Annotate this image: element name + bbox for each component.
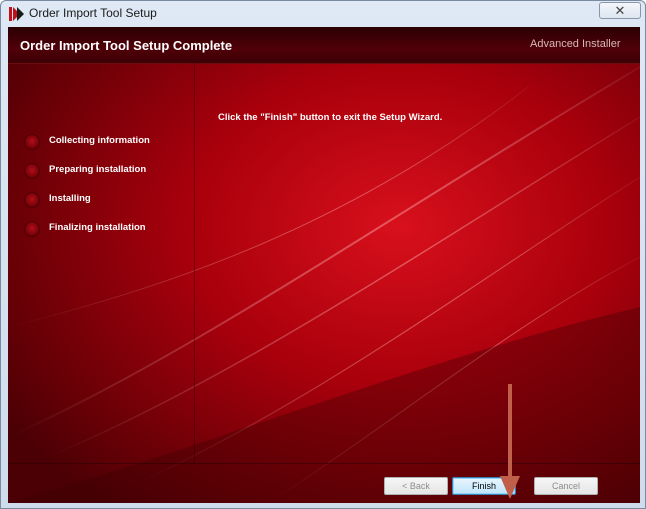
steps-sidebar: Collecting information Preparing install… bbox=[8, 63, 195, 463]
step-label: Collecting information bbox=[49, 135, 150, 146]
window-title: Order Import Tool Setup bbox=[29, 6, 157, 20]
step-item: Finalizing installation bbox=[22, 220, 192, 238]
close-button[interactable]: ✕ bbox=[599, 2, 641, 19]
wizard-header: Order Import Tool Setup Complete Advance… bbox=[8, 27, 640, 64]
step-label: Finalizing installation bbox=[49, 222, 146, 233]
step-item: Preparing installation bbox=[22, 162, 192, 180]
footer-divider bbox=[8, 463, 640, 464]
step-label: Installing bbox=[49, 193, 91, 204]
step-label: Preparing installation bbox=[49, 164, 147, 175]
step-item: Collecting information bbox=[22, 133, 192, 151]
step-bullet-icon bbox=[24, 221, 40, 237]
step-bullet-icon bbox=[24, 134, 40, 150]
close-icon: ✕ bbox=[614, 3, 626, 18]
title-bar[interactable]: Order Import Tool Setup ✕ bbox=[1, 1, 645, 27]
step-item: Installing bbox=[22, 191, 192, 209]
installer-window: Order Import Tool Setup ✕ Order Import T… bbox=[0, 0, 646, 509]
finish-message: Click the "Finish" button to exit the Se… bbox=[218, 112, 443, 123]
step-bullet-icon bbox=[24, 163, 40, 179]
page-title: Order Import Tool Setup Complete bbox=[20, 38, 233, 53]
step-bullet-icon bbox=[24, 192, 40, 208]
brand-label: Advanced Installer bbox=[530, 38, 621, 50]
cancel-button[interactable]: Cancel bbox=[534, 477, 598, 495]
arrow-down-icon bbox=[500, 384, 520, 499]
wizard-content: Order Import Tool Setup Complete Advance… bbox=[8, 27, 640, 503]
advanced-installer-logo-icon bbox=[9, 7, 24, 21]
back-button[interactable]: < Back bbox=[384, 477, 448, 495]
